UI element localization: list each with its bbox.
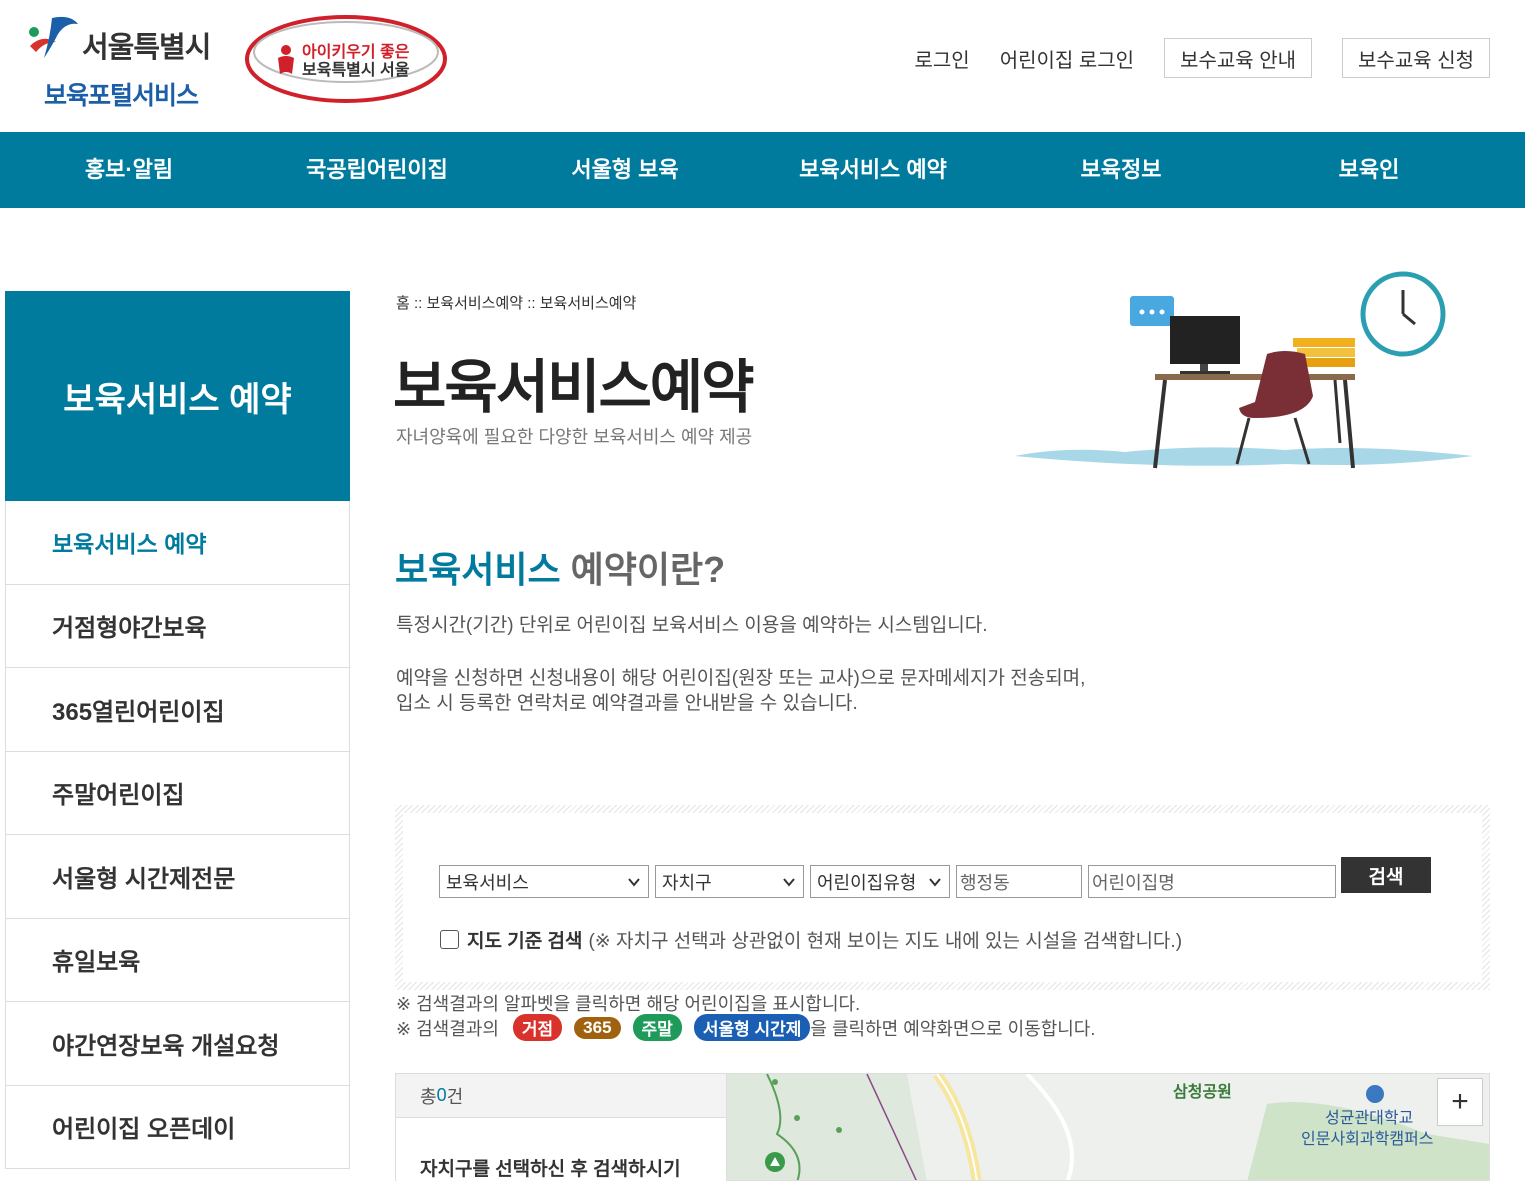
section-title: 보육서비스 예약이란? bbox=[395, 541, 725, 593]
logo-line1: 서울특별시 bbox=[82, 32, 211, 64]
result-count-suffix: 건 bbox=[446, 1086, 464, 1107]
result-count-prefix: 총 bbox=[420, 1086, 437, 1107]
badge-hourly: 서울형 시간제 bbox=[693, 1014, 811, 1041]
result-count: 총 0 건 bbox=[396, 1074, 726, 1118]
sidebar-item-extended-request[interactable]: 야간연장보육 개설요청 bbox=[5, 1002, 350, 1086]
sidebar-item-open-day[interactable]: 어린이집 오픈데이 bbox=[5, 1085, 350, 1169]
chevron-down-icon bbox=[929, 878, 941, 887]
page-title: 보육서비스예약 bbox=[393, 355, 755, 420]
district-select-value: 자치구 bbox=[662, 872, 712, 893]
nav-childcare-workers[interactable]: 보육인 bbox=[1245, 132, 1493, 208]
edu-info-button[interactable]: 보수교육 안내 bbox=[1164, 38, 1313, 78]
result-message: 자치구를 선택하신 후 검색하시기 bbox=[420, 1159, 681, 1180]
intro-paragraph: 특정시간(기간) 단위로 어린이집 보육서비스 이용을 예약하는 시스템입니다. bbox=[396, 615, 988, 636]
seoul-portal-logo[interactable]: 서울특별시 보육포털서비스 bbox=[22, 12, 222, 110]
search-button[interactable]: 검색 bbox=[1341, 857, 1431, 893]
sidebar-item-reservation[interactable]: 보육서비스 예약 bbox=[5, 501, 350, 585]
sidebar-item-holiday[interactable]: 휴일보육 bbox=[5, 918, 350, 1002]
notice-line2: 입소 시 등록한 연락처로 예약결과를 안내받을 수 있습니다. bbox=[396, 693, 858, 714]
badge-weekend: 주말 bbox=[632, 1014, 682, 1041]
desk-illustration bbox=[1015, 271, 1473, 469]
service-select[interactable]: 보육서비스 bbox=[439, 865, 649, 898]
sidebar-item-weekend[interactable]: 주말어린이집 bbox=[5, 751, 350, 835]
note-badges-prefix: ※ 검색결과의 bbox=[396, 1018, 499, 1039]
search-panel-inner: 보육서비스 자치구 어린이집유형 행정동 어린이집명 검색 지도 기준 검색 (… bbox=[403, 813, 1482, 982]
logo-line2: 보육포털서비스 bbox=[44, 82, 199, 110]
note-alphabet: ※ 검색결과의 알파벳을 클릭하면 해당 어린이집을 표시합니다. bbox=[396, 994, 861, 1014]
note-badges: ※ 검색결과의 거점 365 주말 서울형 시간제 을 클릭하면 예약화면으로 … bbox=[396, 1014, 1095, 1041]
site-header: 서울특별시 보육포털서비스 아이키우기 좋은 보육특별시 서울 로그인 어린이집… bbox=[0, 0, 1525, 132]
notice-line1: 예약을 신청하면 신청내용이 해당 어린이집(원장 또는 교사)으로 문자메세지… bbox=[396, 668, 1086, 689]
map-label-skku-campus: 인문사회과학캠퍼스 bbox=[1301, 1131, 1434, 1148]
seoul-logo-icon bbox=[29, 16, 78, 58]
result-count-value: 0 bbox=[436, 1085, 447, 1105]
result-panel: 총 0 건 자치구를 선택하신 후 검색하시기 bbox=[395, 1073, 727, 1181]
top-utility-links: 로그인 어린이집 로그인 보수교육 안내 보수교육 신청 bbox=[885, 38, 1490, 78]
nav-childcare-info[interactable]: 보육정보 bbox=[997, 132, 1245, 208]
chevron-down-icon bbox=[783, 878, 795, 887]
section-title-rest: 예약이란? bbox=[560, 549, 726, 590]
map-label-samcheong-park: 삼청공원 bbox=[1173, 1084, 1232, 1101]
campaign-line2: 보육특별시 서울 bbox=[302, 62, 410, 79]
map-search-label: 지도 기준 검색 bbox=[467, 931, 583, 952]
badge-hub: 거점 bbox=[512, 1014, 563, 1041]
district-select[interactable]: 자치구 bbox=[655, 865, 804, 898]
nav-seoul-childcare[interactable]: 서울형 보육 bbox=[501, 132, 749, 208]
daycare-login-link[interactable]: 어린이집 로그인 bbox=[1000, 44, 1134, 73]
daycare-type-select[interactable]: 어린이집유형 bbox=[810, 865, 950, 898]
breadcrumb: 홈 :: 보육서비스예약 :: 보육서비스예약 bbox=[396, 295, 637, 312]
daycare-name-input[interactable]: 어린이집명 bbox=[1088, 865, 1336, 898]
main-nav: 홍보·알림 국공립어린이집 서울형 보육 보육서비스 예약 보육정보 보육인 bbox=[0, 132, 1525, 208]
campaign-logo[interactable]: 아이키우기 좋은 보육특별시 서울 bbox=[244, 14, 448, 104]
section-title-highlight: 보육서비스 bbox=[395, 549, 561, 590]
sidebar-title: 보육서비스 예약 bbox=[5, 291, 350, 501]
nav-promotion[interactable]: 홍보·알림 bbox=[5, 132, 253, 208]
notice-paragraph: 예약을 신청하면 신청내용이 해당 어린이집(원장 또는 교사)으로 문자메세지… bbox=[396, 666, 1085, 716]
map-view[interactable]: 삼청공원 성균관대학교 인문사회과학캠퍼스 + bbox=[727, 1073, 1490, 1181]
note-badges-suffix: 을 클릭하면 예약화면으로 이동합니다. bbox=[810, 1018, 1096, 1039]
sidebar-item-365[interactable]: 365열린어린이집 bbox=[5, 668, 350, 752]
map-search-checkbox[interactable] bbox=[440, 930, 459, 949]
daycare-type-select-value: 어린이집유형 bbox=[817, 872, 917, 893]
map-zoom-in-button[interactable]: + bbox=[1437, 1078, 1483, 1126]
sidebar: 보육서비스 예약 보육서비스 예약 거점형야간보육 365열린어린이집 주말어린… bbox=[5, 291, 350, 1169]
edu-apply-button[interactable]: 보수교육 신청 bbox=[1342, 38, 1490, 78]
search-panel: 보육서비스 자치구 어린이집유형 행정동 어린이집명 검색 지도 기준 검색 (… bbox=[395, 805, 1490, 990]
dong-input[interactable]: 행정동 bbox=[956, 865, 1082, 898]
page-subtitle: 자녀양육에 필요한 다양한 보육서비스 예약 제공 bbox=[396, 427, 753, 447]
login-link[interactable]: 로그인 bbox=[915, 44, 970, 73]
badge-365: 365 bbox=[574, 1016, 621, 1039]
sidebar-item-night-care[interactable]: 거점형야간보육 bbox=[5, 584, 350, 668]
nav-service-reservation[interactable]: 보육서비스 예약 bbox=[749, 132, 997, 208]
sidebar-item-hourly[interactable]: 서울형 시간제전문 bbox=[5, 835, 350, 919]
nav-public-daycare[interactable]: 국공립어린이집 bbox=[253, 132, 501, 208]
chevron-down-icon bbox=[628, 878, 640, 887]
map-search-option: 지도 기준 검색 (※ 자치구 선택과 상관없이 현재 보이는 지도 내에 있는… bbox=[440, 926, 1182, 953]
map-search-desc: (※ 자치구 선택과 상관없이 현재 보이는 지도 내에 있는 시설을 검색합니… bbox=[588, 931, 1183, 952]
service-select-value: 보육서비스 bbox=[446, 872, 529, 893]
